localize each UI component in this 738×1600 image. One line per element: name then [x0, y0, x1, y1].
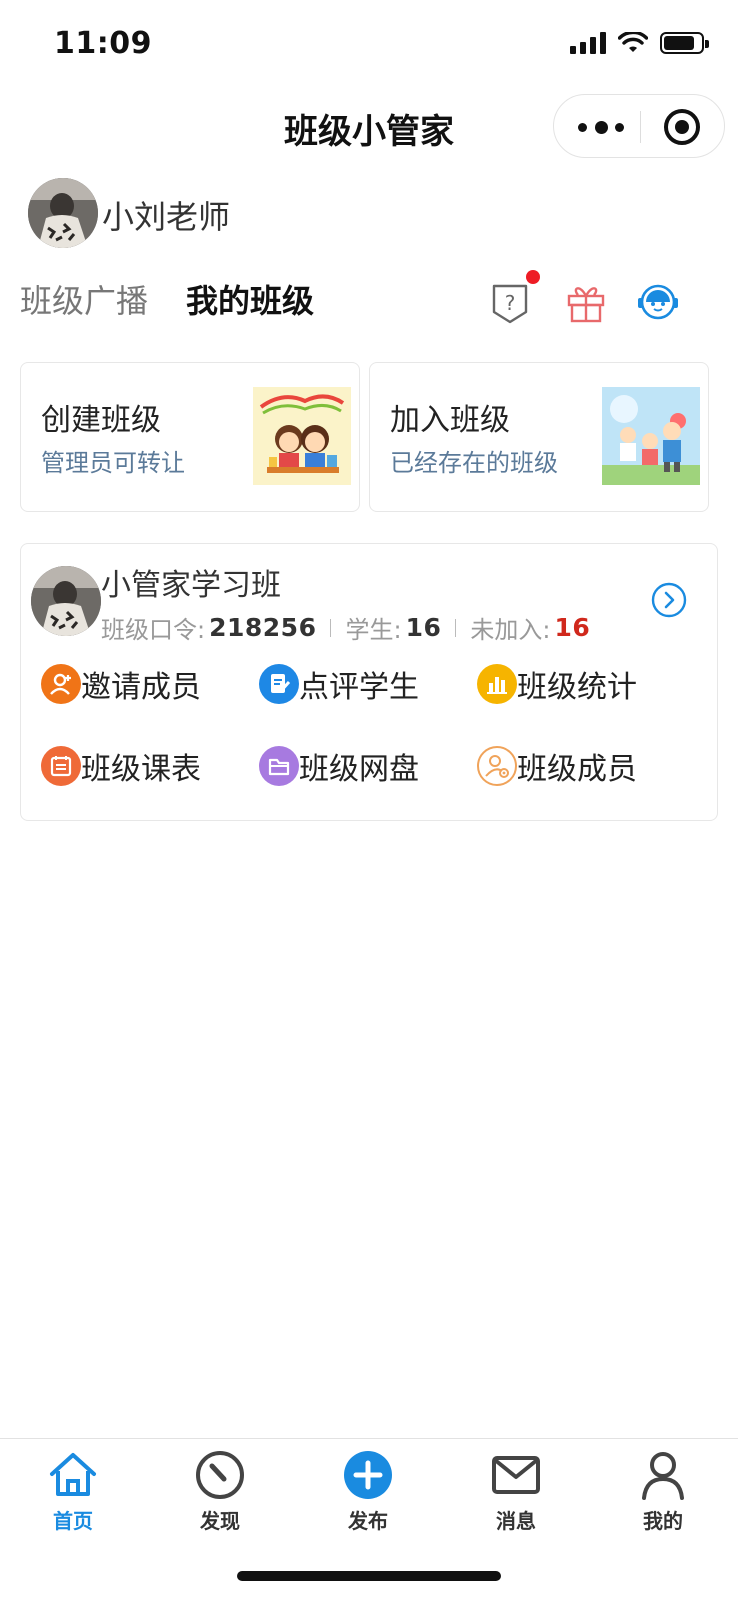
class-members-icon — [477, 746, 517, 786]
svg-text:?: ? — [505, 291, 516, 315]
status-bar: 11:09 — [0, 0, 738, 90]
class-schedule-icon — [41, 746, 81, 786]
tabbar-discover[interactable]: 发现 — [160, 1449, 280, 1534]
class-code-label: 班级口令: — [101, 616, 206, 644]
chevron-right-icon[interactable] — [651, 582, 687, 618]
invite-member-icon — [41, 664, 81, 704]
students-label: 学生: — [345, 616, 402, 644]
close-mini-program-button[interactable] — [664, 109, 700, 145]
customer-service-icon[interactable] — [634, 278, 682, 326]
status-time: 11:09 — [54, 26, 152, 61]
class-members-button[interactable]: 班级成员 — [477, 744, 637, 788]
status-icons — [570, 32, 709, 54]
plus-circle-icon — [344, 1451, 392, 1499]
tabbar-publish[interactable]: 发布 — [308, 1449, 428, 1534]
not-joined-label: 未加入: — [470, 616, 551, 644]
join-class-illustration — [602, 387, 700, 485]
class-stats-icon — [477, 664, 517, 704]
class-avatar[interactable] — [31, 566, 101, 636]
help-icon[interactable]: ? — [486, 270, 540, 326]
battery-icon — [660, 32, 709, 54]
review-student-icon — [259, 664, 299, 704]
review-student-button[interactable]: 点评学生 — [259, 662, 419, 706]
more-options-button[interactable] — [578, 115, 624, 139]
mail-icon — [492, 1456, 540, 1494]
home-indicator — [237, 1571, 501, 1581]
create-class-subtitle: 管理员可转让 — [41, 449, 185, 477]
tab-my-class[interactable]: 我的班级 — [186, 276, 314, 322]
class-code: 218256 — [209, 613, 317, 642]
class-card: 小管家学习班 班级口令: 218256 学生: 16 未加入: 16 邀请成员 … — [20, 543, 718, 821]
user-icon — [642, 1452, 684, 1500]
user-avatar[interactable] — [28, 178, 98, 248]
home-icon — [50, 1453, 96, 1496]
invite-member-button[interactable]: 邀请成员 — [41, 662, 201, 706]
compass-icon — [196, 1451, 244, 1499]
join-class-card[interactable]: 加入班级 已经存在的班级 — [369, 362, 709, 512]
join-class-title: 加入班级 — [390, 403, 510, 438]
cellular-signal-icon — [570, 32, 606, 54]
tab-class-broadcast[interactable]: 班级广播 — [20, 276, 148, 322]
class-schedule-button[interactable]: 班级课表 — [41, 744, 201, 788]
notification-dot — [526, 270, 540, 284]
wifi-icon — [618, 32, 648, 52]
class-stats-button[interactable]: 班级统计 — [477, 662, 637, 706]
mini-program-capsule — [553, 94, 725, 158]
tabbar-mine[interactable]: 我的 — [603, 1449, 723, 1534]
class-meta: 班级口令: 218256 学生: 16 未加入: 16 — [101, 610, 590, 645]
join-class-subtitle: 已经存在的班级 — [390, 449, 558, 477]
class-drive-icon — [259, 746, 299, 786]
tabbar-home[interactable]: 首页 — [13, 1449, 133, 1534]
not-joined-count: 16 — [554, 613, 591, 642]
create-class-title: 创建班级 — [41, 403, 161, 438]
gift-icon[interactable] — [562, 278, 610, 326]
create-class-card[interactable]: 创建班级 管理员可转让 — [20, 362, 360, 512]
class-name: 小管家学习班 — [101, 568, 281, 603]
create-class-illustration — [253, 387, 351, 485]
students-count: 16 — [405, 613, 442, 642]
class-drive-button[interactable]: 班级网盘 — [259, 744, 419, 788]
tabbar-message[interactable]: 消息 — [456, 1449, 576, 1534]
user-name: 小刘老师 — [102, 198, 231, 236]
